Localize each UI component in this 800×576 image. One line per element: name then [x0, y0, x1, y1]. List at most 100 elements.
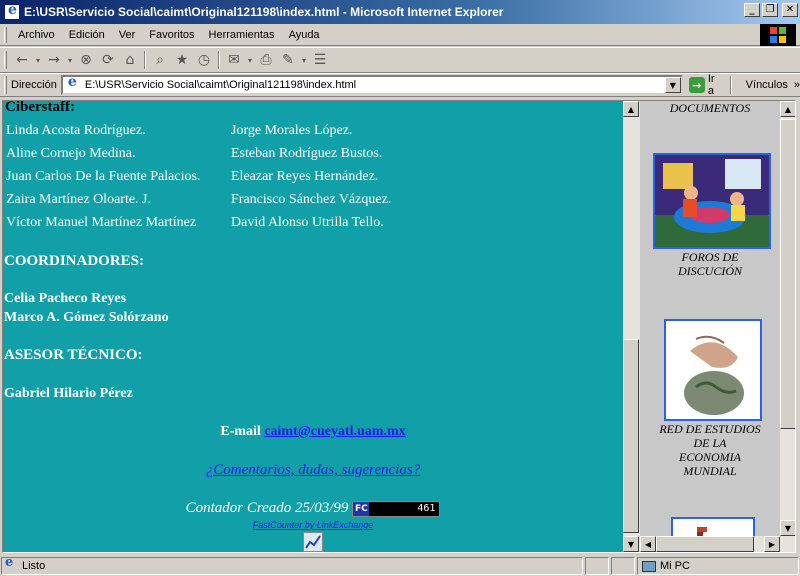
- counter-label: Contador Creado 25/03/99: [185, 500, 349, 516]
- foros-line: FOROS DE: [681, 250, 739, 264]
- stats-chart-icon[interactable]: [303, 532, 323, 552]
- discuss-icon[interactable]: ☰: [309, 49, 331, 71]
- address-field[interactable]: ▼: [60, 74, 683, 95]
- coordinator-name: Marco A. Gómez Solórzano: [4, 310, 169, 325]
- toolbar-separator: [144, 51, 146, 69]
- refresh-icon[interactable]: ⟳: [97, 49, 119, 71]
- fastcounter-link[interactable]: FastCounter by LinkExchange: [253, 520, 374, 530]
- red-estudios-link[interactable]: RED DE ESTUDIOS DE LA ECONOMIA MUNDIAL: [640, 422, 780, 478]
- address-grip: [4, 76, 7, 94]
- address-separator: [729, 76, 732, 94]
- cyberstaff-heading: Ciberstaff:: [5, 101, 75, 115]
- address-bar: Dirección ▼ → Ir a Vínculos »: [0, 73, 800, 97]
- stop-icon[interactable]: ⊗: [75, 49, 97, 71]
- forward-dropdown-icon[interactable]: ▾: [65, 49, 75, 71]
- back-dropdown-icon[interactable]: ▾: [33, 49, 43, 71]
- scroll-up-icon[interactable]: ▲: [623, 101, 639, 117]
- computer-icon: [642, 560, 656, 572]
- foros-line: DISCUCIÓN: [677, 264, 742, 278]
- print-icon[interactable]: ⎙: [255, 49, 277, 71]
- fastcounter-badge: FC: [353, 501, 370, 516]
- status-main-pane: Listo: [1, 555, 583, 575]
- staff-name: Francisco Sánchez Vázquez.: [231, 192, 392, 207]
- close-button[interactable]: ✕: [782, 3, 798, 17]
- staff-column-1: Linda Acosta Rodríguez. Aline Cornejo Me…: [6, 119, 200, 234]
- scroll-thumb[interactable]: [656, 536, 754, 552]
- menu-ver[interactable]: Ver: [112, 29, 143, 41]
- side-frame: DOCUMENTOS FOROS DE DISCUCIÓN RED DE EST…: [640, 101, 780, 552]
- back-arrow-icon[interactable]: ←: [11, 49, 33, 71]
- mail-dropdown-icon[interactable]: ▾: [245, 49, 255, 71]
- edit-dropdown-icon[interactable]: ▾: [299, 49, 309, 71]
- window-controls: _ ❐ ✕: [744, 3, 798, 17]
- status-pane: [585, 557, 609, 575]
- menu-favoritos[interactable]: Favoritos: [142, 29, 201, 41]
- staff-name: Juan Carlos De la Fuente Palacios.: [6, 169, 201, 184]
- forward-arrow-icon[interactable]: →: [43, 49, 65, 71]
- side-vertical-scrollbar[interactable]: ▲ ▼: [780, 101, 795, 552]
- scroll-up-icon[interactable]: ▲: [780, 101, 795, 117]
- scroll-left-icon[interactable]: ◀: [640, 536, 656, 552]
- comments-link[interactable]: ¿Comentarios, dudas, sugerencias?: [206, 462, 420, 478]
- windows-logo-icon: [760, 24, 796, 46]
- globe-image[interactable]: [664, 319, 762, 421]
- email-link[interactable]: caimt@cueyatl.uam.mx: [264, 424, 405, 439]
- staff-name: Eleazar Reyes Hernández.: [231, 169, 379, 184]
- foros-link[interactable]: FOROS DE DISCUCIÓN: [640, 250, 780, 278]
- menu-edicion[interactable]: Edición: [62, 29, 112, 41]
- email-line: E-mail caimt@cueyatl.uam.mx: [3, 424, 623, 440]
- ie-app-icon[interactable]: [4, 2, 20, 20]
- asesor-name: Gabriel Hilario Pérez: [4, 386, 133, 401]
- mail-icon[interactable]: ✉: [223, 49, 245, 71]
- forums-image[interactable]: [653, 153, 771, 249]
- status-bar: Listo Mi PC: [0, 555, 800, 576]
- status-pane: [611, 557, 635, 575]
- staff-name: Jorge Morales López.: [231, 123, 353, 138]
- status-text: Listo: [22, 560, 46, 572]
- links-button[interactable]: Vínculos »: [746, 79, 800, 91]
- page-status-icon: [4, 555, 18, 573]
- page-icon: [66, 74, 82, 93]
- browser-content: Ciberstaff: Linda Acosta Rodríguez. Alin…: [2, 100, 796, 553]
- hit-counter[interactable]: FC 461: [352, 500, 441, 517]
- red-line: DE LA: [693, 436, 727, 450]
- side-horizontal-scrollbar[interactable]: ◀ ▶: [640, 536, 795, 552]
- menu-grip: [4, 26, 7, 43]
- menu-ayuda[interactable]: Ayuda: [282, 29, 327, 41]
- address-dropdown-icon[interactable]: ▼: [664, 77, 681, 93]
- menu-herramientas[interactable]: Herramientas: [202, 29, 282, 41]
- go-label: Ir a: [707, 73, 715, 97]
- history-icon[interactable]: ◷: [193, 49, 215, 71]
- window-title: E:\USR\Servicio Social\caimt\Original121…: [24, 5, 504, 19]
- search-icon[interactable]: ⌕: [149, 49, 171, 71]
- go-button[interactable]: → Ir a: [688, 73, 724, 97]
- red-line: RED DE ESTUDIOS: [659, 422, 761, 436]
- staff-name: Linda Acosta Rodríguez.: [6, 123, 146, 138]
- scroll-down-icon[interactable]: ▼: [623, 536, 639, 552]
- maximize-button[interactable]: ❐: [762, 3, 778, 17]
- address-input[interactable]: [84, 79, 665, 91]
- standard-toolbar: ← ▾ → ▾ ⊗ ⟳ ⌂ ⌕ ★ ◷ ✉ ▾ ⎙ ✎ ▾ ☰: [0, 47, 800, 73]
- main-vertical-scrollbar[interactable]: ▲ ▼: [623, 101, 640, 552]
- edit-icon[interactable]: ✎: [277, 49, 299, 71]
- documentos-link[interactable]: DOCUMENTOS: [640, 101, 780, 115]
- title-bar: E:\USR\Servicio Social\caimt\Original121…: [0, 0, 800, 24]
- zone-text: Mi PC: [660, 560, 690, 572]
- staff-name: Zaira Martínez Oloarte. J.: [6, 192, 151, 207]
- comments-line: ¿Comentarios, dudas, sugerencias?: [3, 462, 623, 479]
- staff-name: Aline Cornejo Medina.: [6, 146, 136, 161]
- scroll-right-icon[interactable]: ▶: [764, 536, 780, 552]
- home-icon[interactable]: ⌂: [119, 49, 141, 71]
- coordinator-name: Celia Pacheco Reyes: [4, 291, 127, 306]
- go-arrow-icon: →: [688, 77, 705, 93]
- toolbar-separator: [218, 51, 220, 69]
- scroll-down-icon[interactable]: ▼: [780, 520, 795, 536]
- scroll-thumb[interactable]: [623, 339, 639, 533]
- counter-line: Contador Creado 25/03/99 FC 461: [3, 500, 623, 517]
- favorites-icon[interactable]: ★: [171, 49, 193, 71]
- staff-column-2: Jorge Morales López. Esteban Rodríguez B…: [231, 119, 391, 234]
- scroll-thumb[interactable]: [780, 119, 795, 429]
- menu-archivo[interactable]: Archivo: [11, 29, 62, 41]
- minimize-button[interactable]: _: [744, 3, 760, 17]
- toolbar-grip: [4, 51, 7, 69]
